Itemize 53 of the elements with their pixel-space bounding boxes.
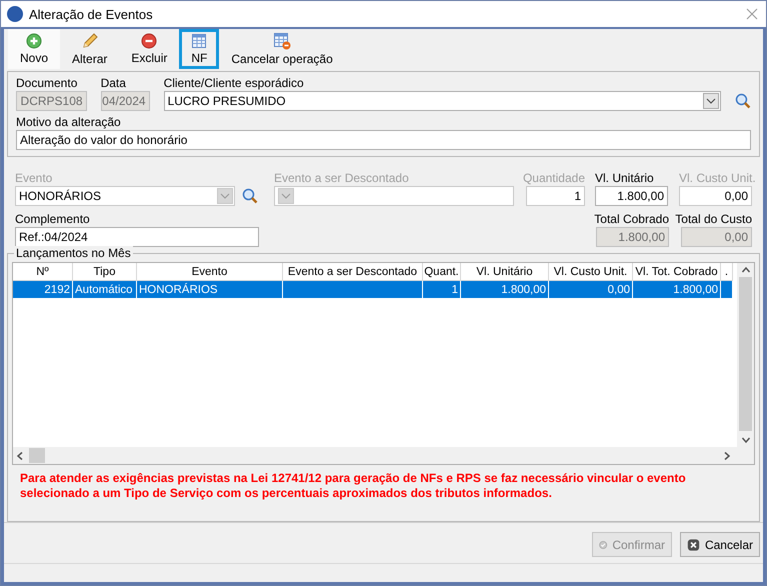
cancel-button[interactable]: Cancelar xyxy=(680,532,760,557)
dropdown-button[interactable] xyxy=(703,93,720,109)
toolbar-button[interactable]: Cancelar operação xyxy=(219,29,345,69)
toolbar-button[interactable]: Alterar xyxy=(60,29,120,69)
toolbar-button[interactable]: Excluir xyxy=(119,29,180,69)
scrollbar-thumb[interactable] xyxy=(739,277,752,431)
field-label: Total Cobrado xyxy=(594,212,669,226)
input-field[interactable]: 1.800,00 xyxy=(596,227,669,247)
chevron-down-icon xyxy=(706,98,716,104)
chevron-down-icon xyxy=(281,193,291,199)
table-icon xyxy=(191,33,208,49)
window-title: Alteração de Eventos xyxy=(29,6,154,22)
search-icon[interactable] xyxy=(242,188,258,204)
field-label: Evento xyxy=(15,171,52,185)
search-icon[interactable] xyxy=(735,93,751,109)
toolbar-button[interactable]: NF xyxy=(179,29,220,69)
input-field[interactable]: 1.800,00 xyxy=(595,186,668,206)
field-label: Cliente/Cliente esporádico xyxy=(164,76,304,90)
field-label: Quantidade xyxy=(522,171,585,185)
table-cell: HONORÁRIOS xyxy=(137,281,283,298)
pencil-icon xyxy=(80,32,99,50)
app-logo-icon xyxy=(7,6,23,22)
field-label: Data xyxy=(100,76,126,90)
table-icon xyxy=(273,32,292,50)
table-cell: 1.800,00 xyxy=(461,281,549,298)
field-label: Complemento xyxy=(15,212,90,226)
plus-icon xyxy=(26,33,42,49)
input-field[interactable]: 04/2024 xyxy=(100,91,150,111)
table-cell xyxy=(721,281,733,298)
input-field[interactable]: Ref.:04/2024 xyxy=(15,227,259,247)
warning-message: Para atender as exigências previstas na Lei 12741/12 para geração de NFs e RPS se faz necessário vincular o evento selecionado a um Tipo de Serviço com os percentuais aproximados dos tributos informados. xyxy=(19,470,687,502)
table-cell: 1.800,00 xyxy=(633,281,721,298)
close-icon[interactable] xyxy=(744,6,760,22)
table-cell: 2192 xyxy=(13,281,73,298)
group-title: Lançamentos no Mês xyxy=(14,246,133,260)
close-icon xyxy=(687,536,700,552)
field-label: Documento xyxy=(16,76,78,90)
field-label: Evento a ser Descontado xyxy=(274,171,409,185)
toolbar-button[interactable]: Novo xyxy=(8,29,60,69)
field-label: Vl. Custo Unit. xyxy=(679,171,756,185)
input-field[interactable]: 0,00 xyxy=(681,227,752,247)
scrollbar-thumb[interactable] xyxy=(29,448,45,463)
field-label: Vl. Unitário xyxy=(595,171,654,185)
field-label: Total do Custo xyxy=(675,212,752,226)
field-label: Motivo da alteração xyxy=(16,115,121,129)
chevron-down-icon xyxy=(220,193,230,199)
minus-icon xyxy=(141,33,158,49)
table-cell: Automático xyxy=(73,281,137,298)
input-field[interactable]: DCRPS108 xyxy=(16,91,87,111)
input-field[interactable]: Alteração do valor do honorário xyxy=(16,130,751,150)
combo-box[interactable]: LUCRO PRESUMIDO xyxy=(164,91,722,111)
table-cell: 1 xyxy=(423,281,461,298)
table-cell: 0,00 xyxy=(549,281,633,298)
